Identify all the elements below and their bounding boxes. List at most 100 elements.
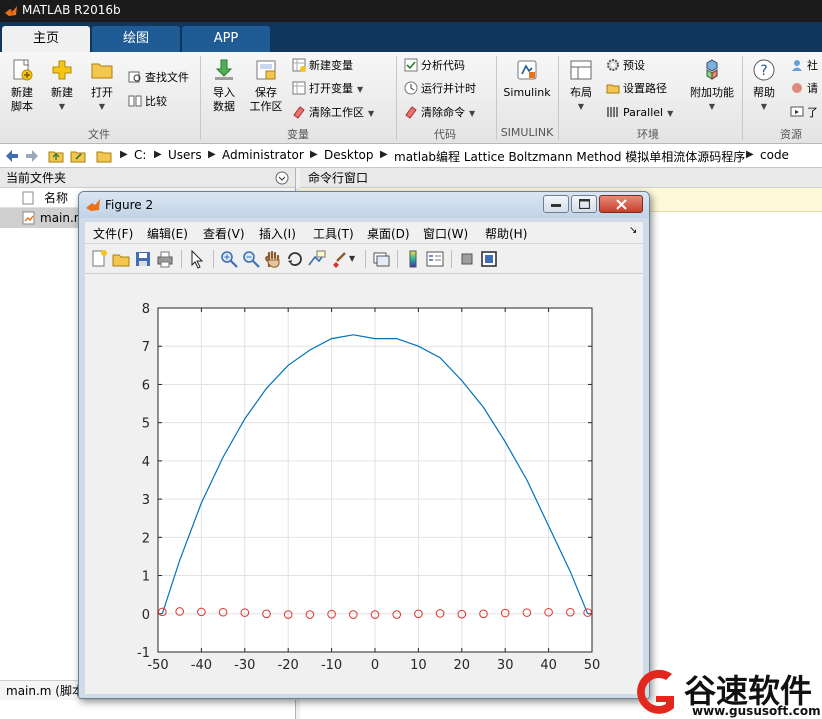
link-plot-icon[interactable] [371, 249, 391, 269]
ribbon-divider [742, 56, 743, 140]
toolbar-divider [181, 250, 182, 268]
simulink-icon [517, 60, 537, 80]
find-files-button[interactable]: 查找文件 [128, 68, 189, 88]
toolbar-divider [451, 250, 452, 268]
tab-apps[interactable]: APP [182, 26, 270, 52]
save-workspace-button[interactable]: 保存 工作区 [246, 58, 286, 114]
preferences-button[interactable]: 预设 [606, 56, 645, 76]
run-and-time-button[interactable]: 运行并计时 [404, 79, 476, 99]
set-path-button[interactable]: 设置路径 [606, 79, 667, 99]
menu-view[interactable]: 查看(V) [203, 225, 245, 242]
ribbon-divider [396, 56, 397, 140]
breadcrumb-desktop[interactable]: Desktop [324, 148, 374, 162]
clear-workspace-button[interactable]: 清除工作区 ▼ [292, 103, 374, 123]
clear-workspace-icon [293, 106, 305, 119]
request-support-button[interactable]: 请 [790, 79, 818, 99]
plot-axes[interactable]: -50 -40 -30 -20 -10 0 10 20 30 40 50-1012345678 [85, 274, 643, 694]
print-icon[interactable] [155, 249, 175, 269]
menu-tools[interactable]: 工具(T) [313, 225, 354, 242]
open-file-icon[interactable] [111, 249, 131, 269]
simulink-button[interactable]: Simulink [502, 58, 552, 100]
parallel-dropdown-icon: ▼ [667, 109, 674, 118]
open-button[interactable]: 打开 ▼ [84, 58, 120, 114]
breadcrumb-project-folder[interactable]: matlab编程 Lattice Boltzmann Method 模拟单相流体… [394, 148, 745, 165]
x-tick-label: -40 [191, 658, 212, 673]
close-button[interactable] [599, 195, 643, 213]
pan-hand-icon[interactable] [263, 249, 283, 269]
brush-dropdown-icon[interactable]: ▼ [349, 249, 359, 269]
figure-window[interactable]: Figure 2 文件(F) 编辑(E) 查看(V) 插入(I) 工具(T) 桌… [78, 191, 650, 699]
forward-arrow-icon[interactable] [24, 148, 40, 164]
colorbar-icon[interactable] [403, 249, 423, 269]
up-folder-icon[interactable] [48, 148, 64, 164]
menu-insert[interactable]: 插入(I) [259, 225, 296, 242]
open-variable-label: 打开变量 [309, 82, 353, 95]
brush-icon[interactable] [329, 249, 349, 269]
open-variable-button[interactable]: 打开变量 ▼ [292, 79, 363, 99]
maximize-button[interactable] [571, 195, 597, 213]
help-button[interactable]: ? 帮助 ▼ [748, 58, 780, 114]
menubar-dock-arrow-icon[interactable]: ↘ [629, 225, 637, 236]
set-path-label: 设置路径 [623, 82, 667, 95]
breadcrumb-code[interactable]: code [760, 148, 789, 162]
learn-matlab-button[interactable]: 了 [790, 103, 818, 123]
rotate-3d-icon[interactable] [285, 249, 305, 269]
file-group-label: 文件 [88, 128, 110, 141]
breadcrumb-drive[interactable]: C: [134, 148, 146, 162]
tab-plots[interactable]: 绘图 [92, 26, 180, 52]
env-group-label: 环境 [637, 128, 659, 141]
addons-label: 附加功能 [690, 86, 734, 99]
new-dropdown-icon: ▼ [58, 102, 66, 111]
select-arrow-icon[interactable] [187, 249, 207, 269]
help-icon: ? [753, 59, 775, 81]
hide-plot-tools-icon[interactable] [457, 249, 477, 269]
minimize-button[interactable] [543, 195, 569, 213]
breadcrumb-separator-icon: ▶ [208, 149, 216, 160]
parallel-button[interactable]: Parallel ▼ [606, 103, 673, 123]
browse-folder-icon[interactable] [70, 148, 86, 164]
zoom-in-icon[interactable] [219, 249, 239, 269]
new-variable-button[interactable]: 新建变量 [292, 56, 353, 76]
resources-group-label: 资源 [780, 128, 802, 141]
breadcrumb-users[interactable]: Users [168, 148, 202, 162]
menu-desktop[interactable]: 桌面(D) [367, 225, 410, 242]
figure-titlebar[interactable]: Figure 2 [79, 192, 649, 218]
panel-actions-icon[interactable] [275, 171, 289, 185]
import-data-button[interactable]: 导入 数据 [206, 58, 242, 114]
save-icon[interactable] [133, 249, 153, 269]
back-arrow-icon[interactable] [4, 148, 20, 164]
data-cursor-icon[interactable] [307, 249, 327, 269]
app-titlebar: MATLAB R2016b [0, 0, 822, 22]
menu-file[interactable]: 文件(F) [93, 225, 133, 242]
support-icon [792, 83, 802, 93]
new-script-button[interactable]: 新建 脚本 [4, 58, 40, 114]
simulink-group-label: SIMULINK [500, 126, 554, 139]
layout-button[interactable]: 布局 ▼ [564, 58, 598, 114]
analyze-code-button[interactable]: 分析代码 [404, 56, 465, 76]
legend-icon[interactable] [425, 249, 445, 269]
tab-home[interactable]: 主页 [2, 26, 90, 52]
new-variable-icon [292, 58, 306, 72]
save-label-1: 保存 [255, 86, 277, 99]
menu-window[interactable]: 窗口(W) [423, 225, 468, 242]
menu-help[interactable]: 帮助(H) [485, 225, 527, 242]
maximize-icon [579, 199, 590, 209]
new-figure-icon[interactable] [89, 249, 109, 269]
figure-canvas: -50 -40 -30 -20 -10 0 10 20 30 40 50 -1 0 1 2 3 4 5 6 7 8 [85, 274, 643, 694]
command-window-title: 命令行窗口 [308, 171, 369, 185]
compare-button[interactable]: 比较 [128, 92, 167, 112]
community-label: 社 [807, 59, 818, 72]
breadcrumb-administrator[interactable]: Administrator [222, 148, 304, 162]
addons-button[interactable]: 附加功能 ▼ [686, 58, 738, 114]
clear-commands-button[interactable]: 清除命令 ▼ [404, 103, 475, 123]
x-tick-label: -50 [147, 658, 168, 673]
community-button[interactable]: 社 [790, 56, 818, 76]
watermark-logo-icon [637, 669, 674, 714]
show-plot-tools-icon[interactable] [479, 249, 499, 269]
menu-edit[interactable]: 编辑(E) [147, 225, 188, 242]
y-tick-label: 2 [142, 531, 150, 546]
new-button[interactable]: 新建 ▼ [44, 58, 80, 114]
clear-commands-icon [405, 106, 417, 119]
breadcrumb-separator-icon: ▶ [154, 149, 162, 160]
zoom-out-icon[interactable] [241, 249, 261, 269]
